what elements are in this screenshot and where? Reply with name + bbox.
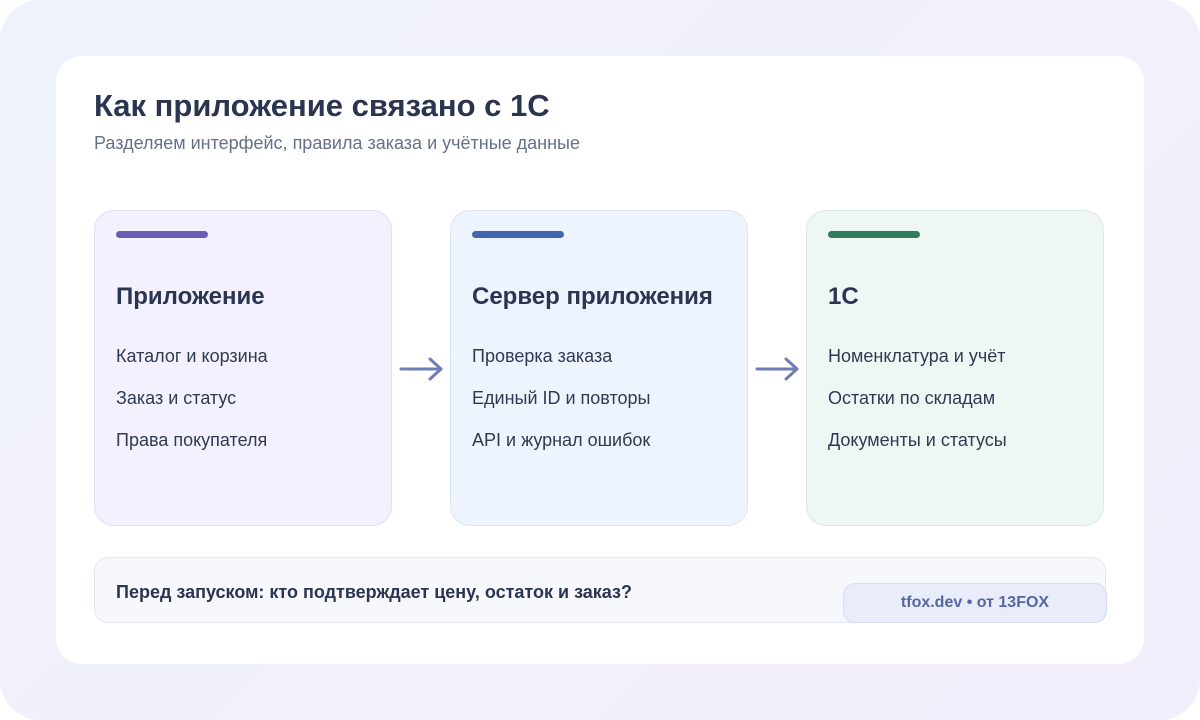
arrow-right-icon [399,357,443,381]
block-app-list: Каталог и корзина Заказ и статус Права п… [116,346,268,472]
page-title: Как приложение связано с 1С [94,88,550,123]
block-server-accent-bar [472,231,564,238]
block-app-item: Заказ и статус [116,388,237,408]
block-1c-list: Номенклатура и учёт Остатки по складам Д… [828,346,1007,472]
arrow-right-icon [755,357,799,381]
block-server-item: Единый ID и повторы [472,388,651,408]
block-1c-item: Документы и статусы [828,430,1007,450]
block-1c: 1С Номенклатура и учёт Остатки по склада… [806,210,1104,526]
launch-question: Перед запуском: кто подтверждает цену, о… [116,582,632,602]
page-background: Как приложение связано с 1С Разделяем ин… [0,0,1200,720]
block-server: Сервер приложения Проверка заказа Единый… [450,210,748,526]
block-app: Приложение Каталог и корзина Заказ и ста… [94,210,392,526]
block-app-item: Каталог и корзина [116,346,268,366]
block-app-title: Приложение [116,283,265,310]
block-server-title: Сервер приложения [472,283,713,310]
block-app-item: Права покупателя [116,430,268,450]
block-server-list: Проверка заказа Единый ID и повторы API … [472,346,650,472]
page-subtitle: Разделяем интерфейс, правила заказа и уч… [94,133,580,153]
block-1c-item: Остатки по складам [828,388,996,408]
block-1c-item: Номенклатура и учёт [828,346,1006,366]
diagram-card: Как приложение связано с 1С Разделяем ин… [56,56,1144,664]
block-app-accent-bar [116,231,208,238]
source-badge: tfox.dev • от 13FOX [843,583,1107,623]
block-server-item: API и журнал ошибок [472,430,651,450]
block-1c-title: 1С [828,283,859,310]
question-panel: Перед запуском: кто подтверждает цену, о… [94,557,1107,623]
block-server-item: Проверка заказа [472,346,613,366]
block-1c-accent-bar [828,231,920,238]
